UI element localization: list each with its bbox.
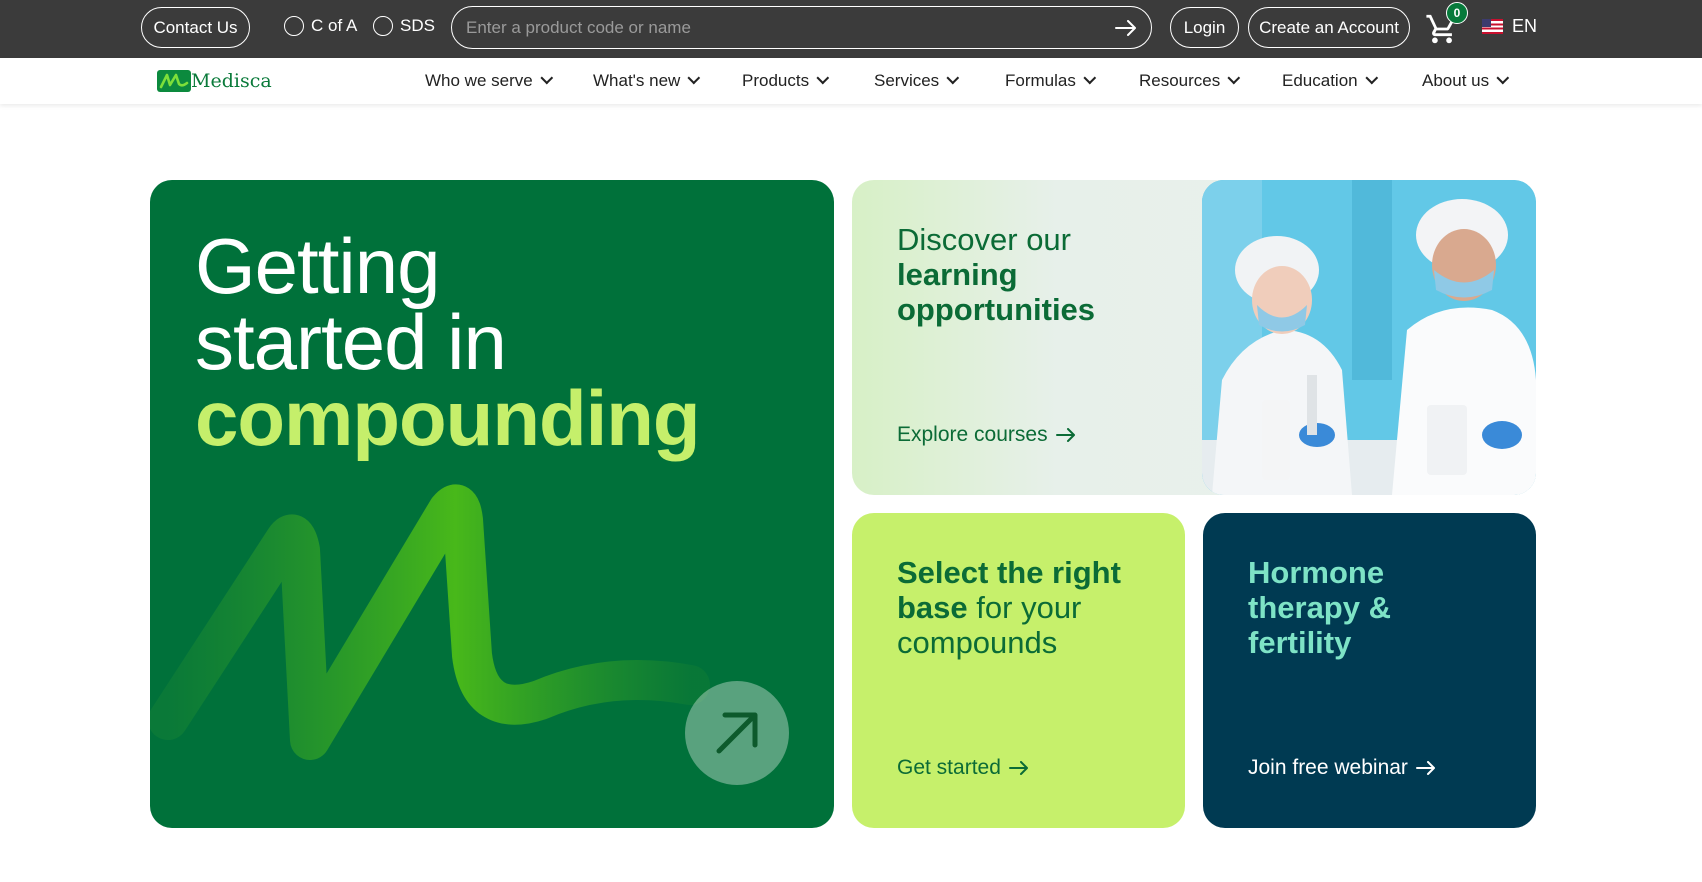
radio-circle-icon: [284, 16, 304, 36]
chevron-down-icon: [1496, 71, 1510, 84]
logo-text: Medisca: [191, 70, 272, 92]
cofa-label: C of A: [311, 16, 358, 35]
learning-title-line-2: learning: [897, 257, 1018, 292]
base-title-line-1: Select the right: [897, 555, 1121, 590]
nav-label: Products: [742, 71, 810, 90]
language-label: EN: [1512, 16, 1538, 36]
arrow-right-icon[interactable]: [1115, 19, 1137, 36]
arrow-right-icon: [1055, 428, 1075, 442]
hero-compounding-card[interactable]: Getting started in compounding: [150, 180, 834, 828]
login-button[interactable]: Login: [1170, 7, 1239, 48]
nav-label: What's new: [593, 71, 681, 90]
chevron-down-icon: [540, 71, 553, 84]
nav-label: Who we serve: [425, 71, 533, 90]
search-bar: [451, 6, 1152, 49]
learning-title-line-1: Discover our: [897, 222, 1071, 257]
hormone-title: Hormone therapy & fertility: [1248, 555, 1391, 660]
lab-scene-illustration: [1202, 180, 1536, 495]
chevron-down-icon: [1365, 71, 1378, 84]
select-base-card[interactable]: Select the right base for your compounds…: [852, 513, 1185, 828]
hormone-therapy-card[interactable]: Hormone therapy & fertility Join free we…: [1203, 513, 1536, 828]
base-title-bold: base: [897, 590, 968, 625]
chevron-down-icon: [1083, 71, 1097, 84]
arrow-right-icon: [1008, 761, 1028, 775]
sds-label: SDS: [400, 16, 435, 35]
nav-label: About us: [1422, 71, 1490, 90]
chevron-down-icon: [687, 71, 701, 84]
base-title-line-2: base for your: [897, 590, 1121, 625]
hero-arrow-button[interactable]: [685, 681, 789, 785]
medisca-logo[interactable]: Medisca: [157, 70, 272, 92]
join-webinar-link[interactable]: Join free webinar: [1248, 756, 1436, 780]
nav-products[interactable]: Products: [742, 71, 830, 91]
nav-formulas[interactable]: Formulas: [1005, 71, 1097, 91]
nav-services[interactable]: Services: [874, 71, 960, 91]
cofa-radio[interactable]: C of A: [284, 16, 357, 36]
nav-who-we-serve[interactable]: Who we serve: [425, 71, 553, 91]
learning-opportunities-card[interactable]: Discover our learning opportunities Expl…: [852, 180, 1536, 495]
nav-label: Formulas: [1005, 71, 1076, 90]
base-title-normal: for your: [967, 590, 1082, 625]
hormone-title-line-1: Hormone: [1248, 555, 1385, 590]
nav-label: Resources: [1139, 71, 1221, 90]
nav-education[interactable]: Education: [1282, 71, 1378, 91]
nav-whats-new[interactable]: What's new: [593, 71, 701, 91]
login-label: Login: [1183, 17, 1226, 37]
nav-about-us[interactable]: About us: [1422, 71, 1510, 91]
nav-label: Services: [874, 71, 940, 90]
join-webinar-label: Join free webinar: [1248, 756, 1408, 779]
nav-label: Education: [1282, 71, 1358, 90]
arrow-up-right-icon: [716, 712, 758, 754]
arrow-right-icon: [1415, 761, 1435, 775]
cart-count-badge: 0: [1446, 2, 1468, 24]
create-account-button[interactable]: Create an Account: [1248, 7, 1410, 48]
learning-title-line-3: opportunities: [897, 292, 1096, 327]
get-started-link[interactable]: Get started: [897, 756, 1029, 780]
us-flag-icon: [1482, 19, 1503, 34]
utility-bar: Contact Us C of A SDS Login Create an Ac…: [0, 0, 1702, 58]
hormone-title-line-2: therapy &: [1248, 590, 1391, 625]
chevron-down-icon: [946, 71, 960, 84]
explore-courses-link[interactable]: Explore courses: [897, 423, 1076, 447]
medisca-logo-icon: [157, 70, 191, 92]
contact-us-button[interactable]: Contact Us: [141, 7, 250, 48]
chevron-down-icon: [816, 71, 830, 84]
radio-circle-icon: [373, 16, 393, 36]
hormone-title-line-3: fertility: [1248, 625, 1352, 660]
get-started-label: Get started: [897, 756, 1001, 779]
base-title: Select the right base for your compounds: [897, 555, 1121, 660]
search-input[interactable]: [466, 17, 1115, 38]
chevron-down-icon: [1227, 71, 1241, 84]
base-title-line-3: compounds: [897, 625, 1058, 660]
create-account-label: Create an Account: [1259, 17, 1399, 37]
lab-technicians-photo: [1202, 180, 1536, 495]
learning-title: Discover our learning opportunities: [897, 222, 1095, 327]
language-selector[interactable]: EN: [1482, 16, 1537, 37]
sds-radio[interactable]: SDS: [373, 16, 435, 36]
main-navigation: Medisca Who we serve What's new Products…: [0, 58, 1702, 104]
contact-us-label: Contact Us: [153, 17, 238, 37]
nav-resources[interactable]: Resources: [1139, 71, 1241, 91]
explore-courses-label: Explore courses: [897, 423, 1048, 446]
